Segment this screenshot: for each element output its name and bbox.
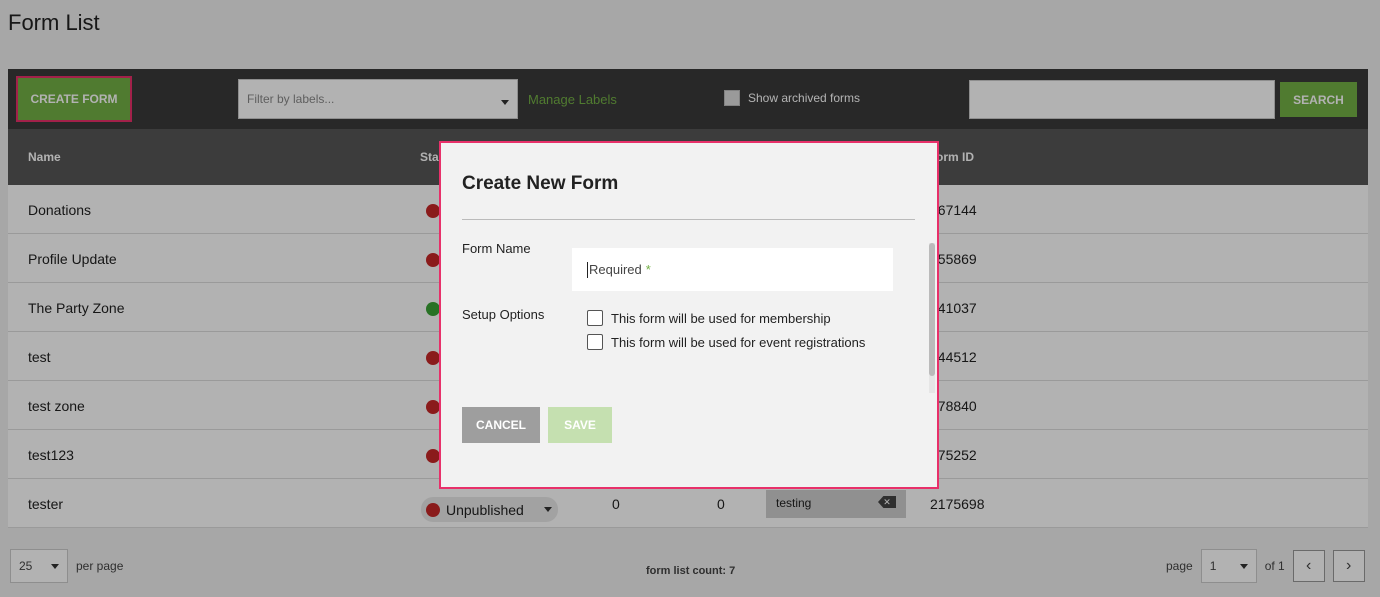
event-registration-option-label: This form will be used for event registr… [611, 334, 866, 350]
cancel-button[interactable]: CANCEL [462, 407, 540, 443]
dialog-title: Create New Form [462, 173, 619, 194]
form-name-placeholder: Required [589, 262, 642, 277]
membership-checkbox[interactable] [587, 310, 603, 326]
dialog-scrollbar-thumb[interactable] [929, 243, 935, 376]
event-registration-option[interactable]: This form will be used for event registr… [587, 334, 865, 350]
save-button[interactable]: SAVE [548, 407, 612, 443]
membership-option-label: This form will be used for membership [611, 310, 831, 326]
required-marker: * [645, 262, 651, 277]
form-name-label: Form Name [462, 241, 531, 256]
event-registration-checkbox[interactable] [587, 334, 603, 350]
membership-option[interactable]: This form will be used for membership [587, 310, 831, 326]
create-form-dialog: Create New Form Form Name Required * Set… [439, 141, 939, 489]
divider [462, 219, 915, 220]
text-cursor [587, 261, 588, 278]
setup-options-label: Setup Options [462, 307, 545, 322]
form-name-input[interactable]: Required * [572, 248, 893, 291]
